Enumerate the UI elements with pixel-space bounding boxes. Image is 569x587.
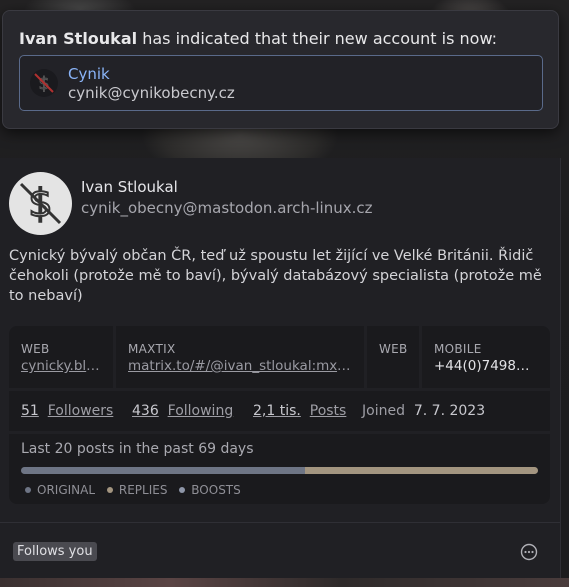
legend-replies: REPLIES (103, 483, 168, 497)
account-handle: cynik_obecny@mastodon.arch-linux.cz (81, 199, 373, 217)
new-account-link[interactable]: $ Cynik cynik@cynikobecny.cz (19, 55, 543, 111)
legend-boosts: BOOSTS (175, 483, 241, 497)
following-link[interactable]: 436 Following (132, 403, 233, 419)
following-count: 436 (132, 403, 159, 419)
joined-info: Joined 7. 7. 2023 (362, 403, 485, 419)
display-name: Ivan Stloukal (81, 178, 178, 196)
field-label: MAXTIX (128, 342, 176, 356)
joined-label: Joined (362, 403, 405, 419)
field-mobile-value: +44(0)7498113027 (434, 358, 538, 374)
bar-segment-replies (305, 467, 538, 474)
activity-summary: Last 20 posts in the past 69 days ORIGIN… (9, 434, 550, 504)
new-account-name: Cynik (68, 65, 110, 83)
more-horizontal-icon (520, 543, 538, 561)
no-dollar-icon: $ (19, 180, 62, 226)
legend-dot-boosts (179, 487, 186, 493)
field-web: WEB cynicky.blog (9, 326, 113, 388)
activity-legend: ORIGINAL REPLIES BOOSTS (21, 483, 245, 497)
posts-link[interactable]: 2,1 tis. Posts (253, 403, 346, 419)
legend-label: ORIGINAL (37, 483, 96, 497)
bar-segment-original (21, 467, 306, 474)
legend-dot-replies (106, 487, 113, 493)
moved-message: Ivan Stloukal has indicated that their n… (19, 29, 497, 48)
field-label: WEB (21, 342, 50, 356)
profile-avatar[interactable]: $ (9, 172, 72, 235)
posts-count: 2,1 tis. (253, 403, 301, 419)
profile-fields: WEB cynicky.blog MAXTIX matrix.to/#/@iva… (9, 326, 550, 388)
profile-bio: Cynický bývalý občan ČR, teď už spoustu … (9, 248, 542, 304)
activity-bar (21, 467, 538, 474)
background-image-strip (0, 578, 569, 587)
profile-stats: 51 Followers 436 Following 2,1 tis. Post… (9, 391, 550, 431)
account-moved-notice: Ivan Stloukal has indicated that their n… (2, 10, 559, 129)
followers-count: 51 (21, 403, 39, 419)
follows-you-badge: Follows you (13, 542, 97, 561)
moved-account-name: Ivan Stloukal (19, 29, 138, 48)
more-options-button[interactable] (520, 543, 538, 561)
field-web-link[interactable]: cynicky.blog (21, 358, 101, 374)
divider (0, 522, 560, 523)
joined-date: 7. 7. 2023 (413, 403, 486, 419)
followers-link[interactable]: 51 Followers (21, 403, 113, 419)
new-account-handle: cynik@cynikobecny.cz (68, 84, 235, 102)
field-matrix-link[interactable]: matrix.to/#/@ivan_stloukal:mxc… (128, 358, 352, 374)
followers-label: Followers (47, 403, 114, 419)
activity-title: Last 20 posts in the past 69 days (21, 441, 254, 457)
following-label: Following (167, 403, 234, 419)
legend-label: REPLIES (118, 483, 168, 497)
field-mobile: MOBILE +44(0)7498113027 (422, 326, 550, 388)
new-account-avatar: $ (30, 69, 58, 97)
field-label: WEB (379, 342, 408, 356)
legend-dot-original (25, 487, 31, 493)
field-matrix: MAXTIX matrix.to/#/@ivan_stloukal:mxc… (116, 326, 364, 388)
no-dollar-icon: $ (34, 73, 54, 95)
posts-label: Posts (309, 403, 347, 419)
field-web-2: WEB (367, 326, 419, 388)
legend-label: BOOSTS (191, 483, 241, 497)
field-label: MOBILE (434, 342, 482, 356)
profile-card: $ Ivan Stloukal cynik_obecny@mastodon.ar… (0, 158, 561, 578)
moved-message-text: has indicated that their new account is … (142, 29, 498, 48)
legend-original: ORIGINAL (21, 483, 95, 497)
